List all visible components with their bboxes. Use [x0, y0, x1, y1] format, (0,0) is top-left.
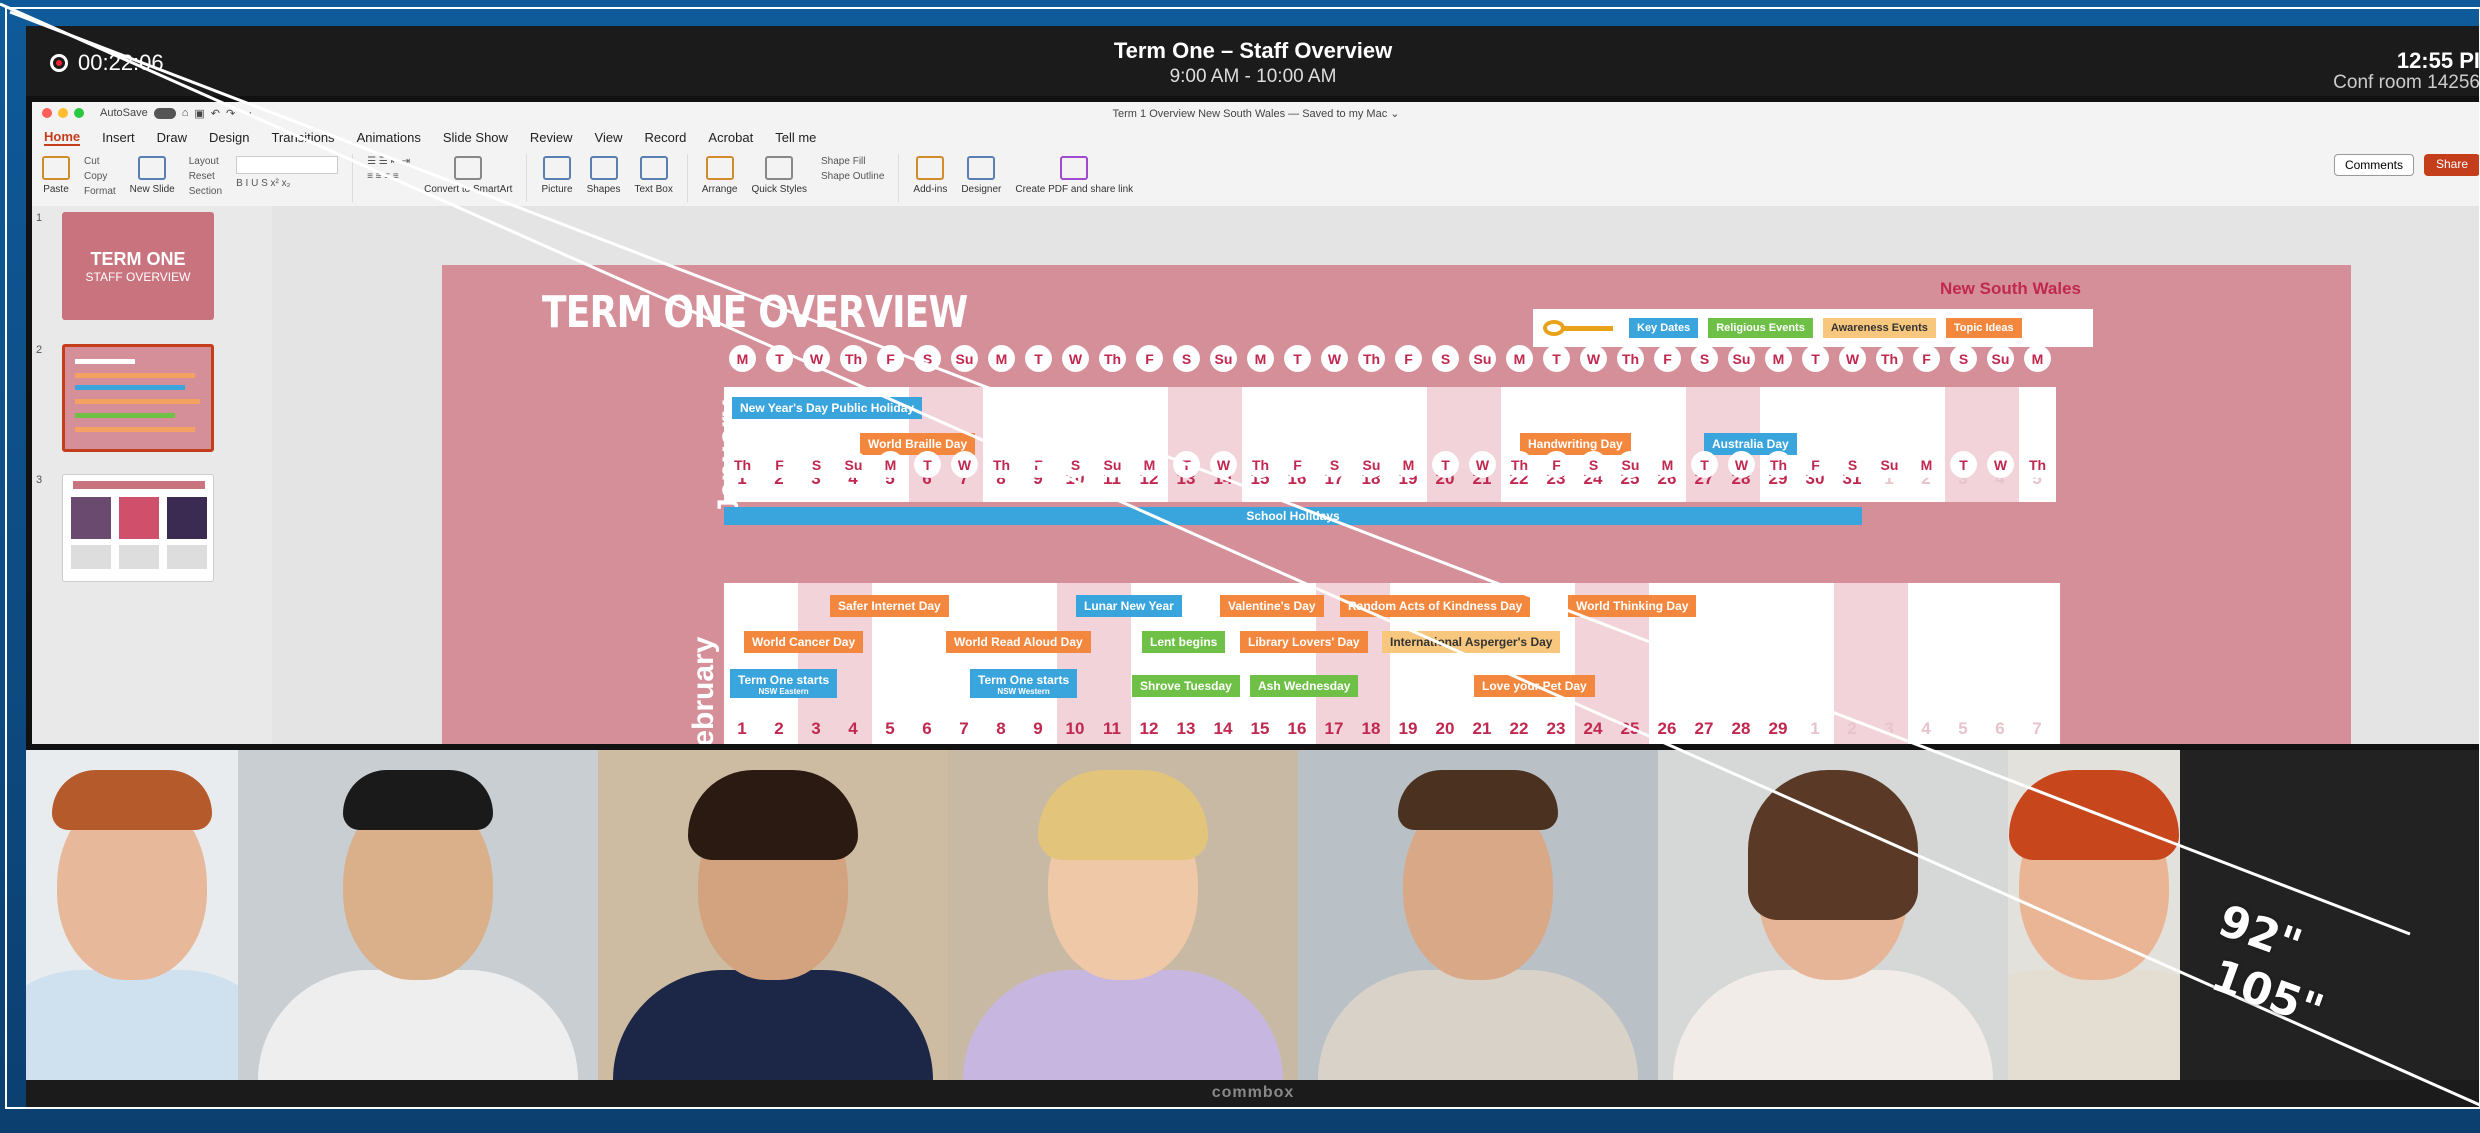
diagonal-line-92 — [9, 10, 2411, 936]
measurement-lines — [0, 2, 2480, 1109]
diagonal-line-105 — [0, 2, 2480, 1107]
